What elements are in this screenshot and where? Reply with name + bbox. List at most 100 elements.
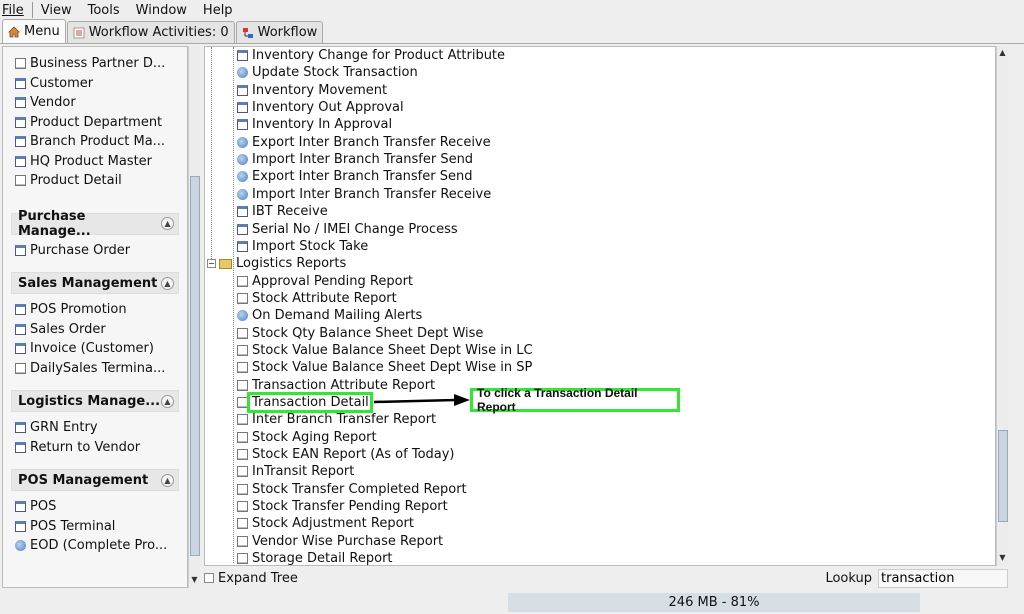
menu-window[interactable]: Window (134, 3, 189, 18)
collapse-icon[interactable]: ▲ (161, 217, 174, 230)
sidebar-item[interactable]: Product Detail (3, 171, 187, 191)
sidebar-group-header[interactable]: POS Management ▲ (11, 469, 179, 491)
tree-item[interactable]: Vendor Wise Purchase Report (237, 533, 443, 550)
collapse-icon[interactable]: ▲ (161, 276, 174, 290)
tree-item[interactable]: Export Inter Branch Transfer Send (237, 168, 472, 185)
sidebar-item[interactable]: POS Terminal (3, 517, 187, 537)
menu-file[interactable]: File (0, 3, 26, 18)
sidebar-item[interactable]: Branch Product Ma... (3, 132, 187, 152)
report-icon (237, 483, 248, 495)
tree-scrollbar[interactable]: ▲ ▼ (996, 46, 1008, 566)
tree-item[interactable]: IBT Receive (237, 203, 328, 220)
tab-workflow[interactable]: Workflow (235, 21, 324, 43)
tree-item[interactable]: Import Inter Branch Transfer Send (237, 151, 473, 168)
sidebar-item-label: POS Promotion (30, 302, 127, 318)
sidebar-item[interactable]: Business Partner D... (3, 54, 187, 74)
sidebar-item-label: Customer (30, 75, 94, 91)
tree-item[interactable]: Serial No / IMEI Change Process (237, 221, 458, 238)
sidebar-item[interactable]: Product Department (3, 113, 187, 133)
tree-item[interactable]: Stock Adjustment Report (237, 515, 414, 532)
sidebar-item[interactable]: Invoice (Customer) (3, 339, 187, 359)
tree-item-label: Export Inter Branch Transfer Receive (252, 134, 491, 150)
tab-menu[interactable]: Menu (2, 19, 66, 43)
sidebar-item[interactable]: Vendor (3, 93, 187, 113)
collapse-icon[interactable]: ▲ (161, 394, 174, 408)
tree-item[interactable]: Stock Qty Balance Sheet Dept Wise (237, 325, 483, 342)
tree-item[interactable]: Stock Aging Report (237, 429, 377, 446)
sidebar-item[interactable]: Purchase Order (3, 241, 187, 261)
sidebar-item-label: Vendor (30, 95, 76, 111)
tree-item[interactable]: Stock Transfer Pending Report (237, 498, 448, 515)
tree-item-label: Stock Aging Report (252, 429, 377, 445)
tree-item[interactable]: Stock Attribute Report (237, 290, 397, 307)
report-icon (237, 292, 248, 304)
tree-item[interactable]: InTransit Report (237, 463, 354, 480)
sidebar-group-header[interactable]: Sales Management ▲ (11, 272, 179, 294)
collapse-node-icon[interactable]: − (207, 259, 216, 269)
tab-workflow-activities[interactable]: Workflow Activities: 0 (66, 21, 235, 43)
sidebar-item-label: Purchase Order (30, 242, 131, 258)
tree-item[interactable]: Approval Pending Report (237, 273, 413, 290)
sidebar-item[interactable]: POS Promotion (3, 300, 187, 320)
lookup-input[interactable] (878, 568, 1008, 588)
tree-item[interactable]: Stock Value Balance Sheet Dept Wise in L… (237, 342, 533, 359)
tree-item[interactable]: Inventory Change for Product Attribute (237, 47, 505, 64)
home-icon (8, 25, 20, 38)
sidebar-item[interactable]: POS (3, 497, 187, 517)
sidebar-item-label: Sales Order (30, 321, 106, 337)
tree-item-label: Stock Transfer Completed Report (252, 481, 467, 497)
tree-item[interactable]: Inter Branch Transfer Report (237, 411, 436, 428)
tree-scrollbar-thumb[interactable] (998, 430, 1008, 522)
tree-item[interactable]: Inventory Out Approval (237, 99, 404, 116)
tree-item-label: Import Stock Take (252, 238, 369, 254)
menu-separator (31, 2, 33, 18)
sidebar-item-label: GRN Entry (30, 420, 98, 436)
sidebar-item[interactable]: GRN Entry (3, 418, 187, 438)
tree-scroll-up-icon[interactable]: ▲ (997, 47, 1008, 59)
tree-item[interactable]: Inventory In Approval (237, 116, 392, 133)
sidebar-item-label: Branch Product Ma... (30, 134, 166, 150)
tree-item-label: Vendor Wise Purchase Report (252, 533, 444, 549)
tree-footer: Expand Tree Lookup (204, 568, 1008, 588)
tree-item-label: Export Inter Branch Transfer Send (252, 169, 473, 185)
sidebar-item[interactable]: HQ Product Master (3, 152, 187, 172)
tree-item[interactable]: Import Inter Branch Transfer Receive (237, 186, 491, 203)
tree-item[interactable]: On Demand Mailing Alerts (237, 307, 422, 324)
sidebar-group-header[interactable]: Purchase Manage... ▲ (11, 209, 179, 239)
tree-scroll-down-icon[interactable]: ▼ (997, 552, 1008, 564)
sidebar-scrollbar[interactable]: ▼ (188, 46, 200, 588)
sidebar-item[interactable]: Return to Vendor (3, 438, 187, 458)
menu-view[interactable]: View (39, 3, 74, 18)
process-icon (237, 136, 248, 148)
workflow-icon (242, 27, 254, 39)
sidebar-item[interactable]: Customer (3, 74, 187, 94)
sidebar-item[interactable]: Sales Order (3, 320, 187, 340)
collapse-icon[interactable]: ▲ (161, 473, 174, 487)
sidebar-item[interactable]: DailySales Termina... (3, 359, 187, 379)
process-icon (15, 540, 26, 552)
expand-tree-checkbox[interactable] (204, 573, 214, 583)
tree-folder-logistics-reports[interactable]: − Logistics Reports (207, 255, 346, 272)
tree-item[interactable]: Storage Detail Report (237, 550, 393, 565)
tab-menu-label: Menu (24, 24, 60, 39)
tree-item[interactable]: Stock Transfer Completed Report (237, 481, 467, 498)
report-icon (15, 175, 26, 187)
tree-item[interactable]: Update Stock Transaction (237, 64, 418, 81)
sidebar-scrollbar-thumb[interactable] (190, 176, 200, 556)
sidebar-item[interactable]: EOD (Complete Pro... (3, 536, 187, 556)
tree-item[interactable]: Stock Value Balance Sheet Dept Wise in S… (237, 359, 532, 376)
menu-tools[interactable]: Tools (86, 3, 122, 18)
tree-item[interactable]: Import Stock Take (237, 238, 368, 255)
menu-bar: File View Tools Window Help (0, 0, 1024, 20)
tree-item[interactable]: Inventory Movement (237, 82, 387, 99)
sidebar-group: Sales Management ▲ (11, 272, 179, 294)
menu-help[interactable]: Help (201, 3, 235, 18)
tree-item[interactable]: Export Inter Branch Transfer Receive (237, 134, 491, 151)
tree-item-label: Update Stock Transaction (252, 65, 418, 81)
sidebar-group-header[interactable]: Logistics Manage... ▲ (11, 390, 179, 412)
sidebar-scroll-down-icon[interactable]: ▼ (189, 574, 200, 586)
sidebar-group: Purchase Manage... ▲ (11, 209, 179, 239)
tree-item[interactable]: Stock EAN Report (As of Today) (237, 446, 455, 463)
sidebar-item-label: Product Detail (30, 173, 122, 189)
window-icon (15, 97, 26, 109)
